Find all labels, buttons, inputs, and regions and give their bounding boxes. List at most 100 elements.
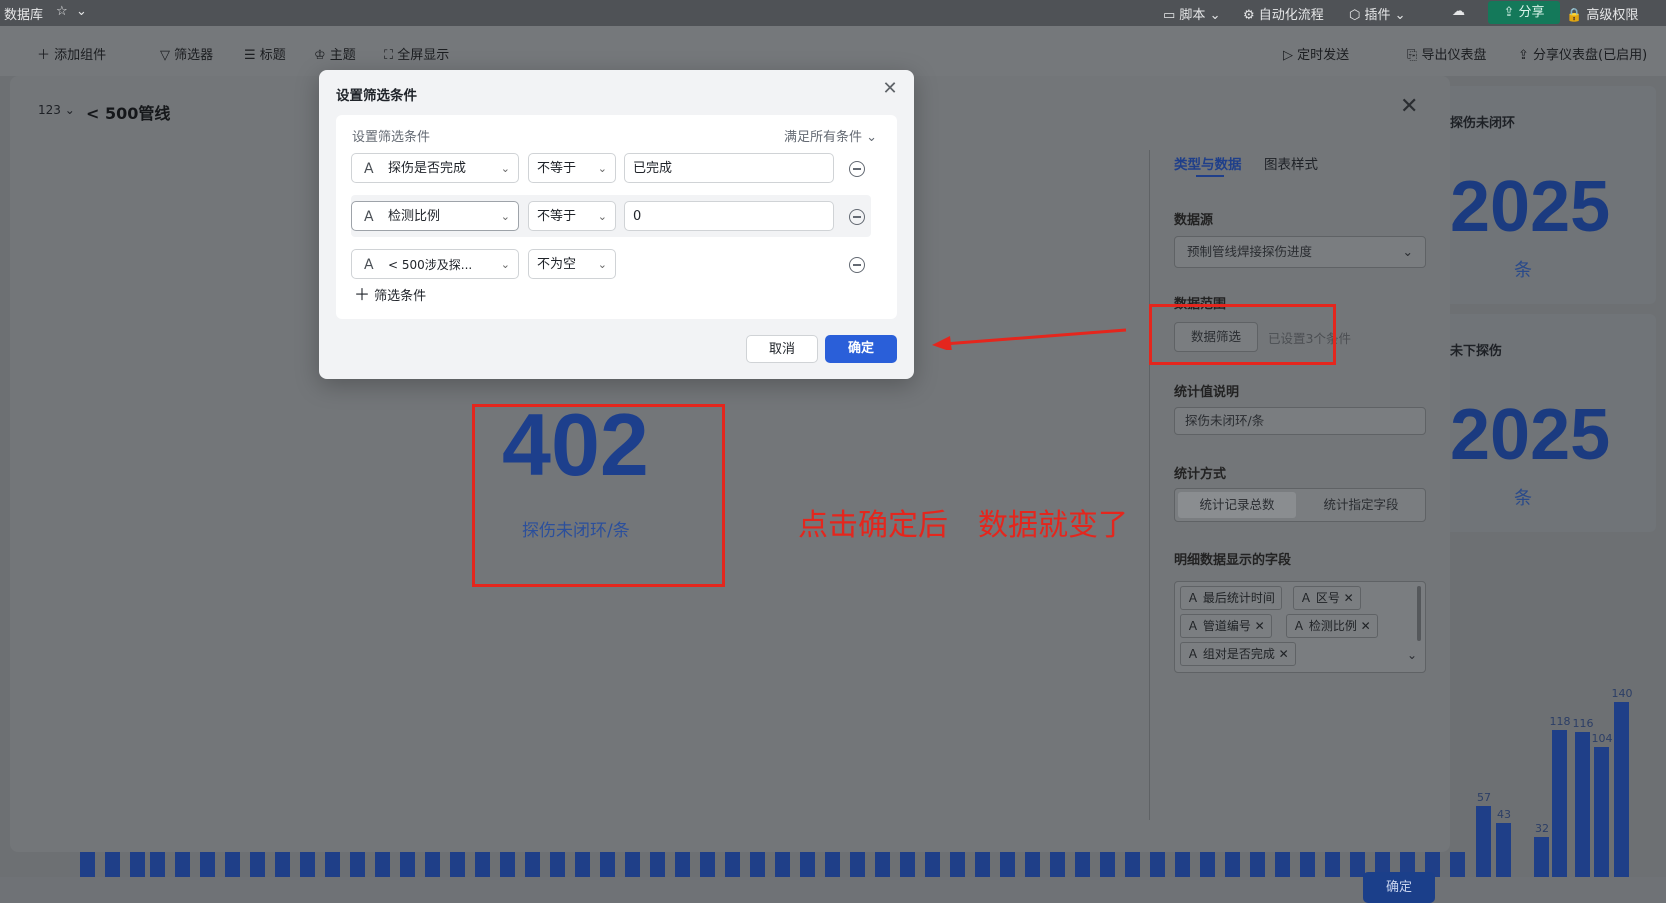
detail-fields-box[interactable]: Ａ 最后统计时间 Ａ 区号 ✕ Ａ 管道编号 ✕ Ａ 检测比例 ✕ Ａ 组对是否… (1174, 581, 1426, 673)
chart-bar (130, 852, 145, 877)
chart-bar (1325, 852, 1340, 877)
panel-divider (1149, 150, 1150, 820)
chart-bar (675, 852, 690, 877)
chart-bar (575, 852, 590, 877)
chevron-down-icon: ⌄ (500, 258, 510, 271)
chart-bar (1250, 852, 1265, 877)
chart-type-selector[interactable]: 123 ⌄ (38, 103, 75, 117)
chart-bar (775, 852, 790, 877)
tab-chart-style[interactable]: 图表样式 (1264, 153, 1318, 173)
close-icon[interactable]: ✕ (1279, 647, 1289, 661)
chart-title[interactable]: < 500管线 (86, 100, 170, 124)
close-icon[interactable]: ✕ (1344, 591, 1354, 605)
chart-bar (900, 852, 915, 877)
chart-bar (875, 852, 890, 877)
chart-bar (200, 852, 215, 877)
chart-bar (825, 852, 840, 877)
annotation-text: 点击确定后 数据就变了 (798, 508, 1128, 543)
remove-condition-icon[interactable] (849, 161, 865, 177)
chart-bar (450, 852, 465, 877)
field-chip-label: 组对是否完成 (1202, 647, 1275, 661)
chart-bar (1552, 729, 1567, 877)
chart-bar (850, 852, 865, 877)
remove-condition-icon[interactable] (849, 209, 865, 225)
add-condition-button[interactable]: ＋ 筛选条件 (354, 281, 426, 305)
chart-bar (350, 852, 365, 877)
stat-method-label: 统计方式 (1174, 467, 1227, 482)
chart-bar (1025, 852, 1040, 877)
chart-bar (1050, 852, 1065, 877)
match-mode-select[interactable]: 满足所有条件 ⌄ (784, 126, 877, 145)
field-chip[interactable]: Ａ 检测比例 ✕ (1286, 614, 1378, 638)
tab-type-data[interactable]: 类型与数据 (1174, 153, 1242, 173)
ok-button[interactable]: 确定 (825, 335, 897, 363)
condition-operator-select[interactable]: 不等于 ⌄ (528, 201, 616, 231)
stat-desc-input[interactable]: 探伤未闭环/条 (1174, 407, 1426, 435)
cancel-button[interactable]: 取消 (746, 335, 818, 363)
close-icon[interactable]: ✕ (1255, 619, 1265, 633)
condition-value-text: 0 (633, 209, 642, 224)
field-chip[interactable]: Ａ 区号 ✕ (1293, 586, 1361, 610)
plus-icon: ＋ (354, 285, 371, 304)
condition-value-input[interactable]: 0 (624, 201, 834, 231)
chart-bar-label: 140 (1611, 687, 1633, 700)
condition-operator-label: 不为空 (537, 257, 577, 272)
detail-fields-label: 明细数据显示的字段 (1174, 553, 1292, 568)
field-chip[interactable]: Ａ 最后统计时间 (1180, 586, 1282, 610)
stat-desc-value: 探伤未闭环/条 (1185, 413, 1265, 428)
annotation-box-filter (1149, 304, 1336, 365)
chart-bar (1000, 852, 1015, 877)
condition-value-input[interactable]: 已完成 (624, 153, 834, 183)
chart-bar (550, 852, 565, 877)
chart-bar (750, 852, 765, 877)
chart-bar (1075, 852, 1090, 877)
text-field-icon: A (364, 209, 374, 225)
field-chip[interactable]: Ａ 组对是否完成 ✕ (1180, 642, 1296, 666)
chart-bar (525, 852, 540, 877)
chart-bar (475, 852, 490, 877)
chevron-down-icon: ⌄ (500, 162, 510, 175)
chart-bar (1594, 747, 1609, 877)
remove-condition-icon[interactable] (849, 257, 865, 273)
condition-field-select[interactable]: A 探伤是否完成 ⌄ (351, 153, 519, 183)
chart-bar (300, 852, 315, 877)
editor-close-icon[interactable]: ✕ (1400, 94, 1418, 119)
condition-field-select[interactable]: A 检测比例 ⌄ (351, 201, 519, 231)
chart-bar (250, 852, 265, 877)
close-icon[interactable]: ✕ (880, 79, 900, 99)
chart-bar (725, 852, 740, 877)
datasource-select[interactable]: 预制管线焊接探伤进度 ⌄ (1174, 236, 1426, 268)
scrollbar[interactable] (1417, 586, 1421, 641)
chart-bar (1575, 732, 1590, 877)
close-icon[interactable]: ✕ (1361, 619, 1371, 633)
condition-field-label: 检测比例 (388, 209, 441, 224)
stat-method-field[interactable]: 统计指定字段 (1301, 492, 1421, 518)
condition-field-label: 探伤是否完成 (388, 161, 467, 176)
chart-bar-label: 104 (1591, 732, 1613, 745)
chevron-down-icon: ⌄ (597, 162, 607, 175)
stat-desc-label: 统计值说明 (1174, 385, 1240, 400)
chart-bar (1450, 852, 1465, 877)
chart-bar (1175, 852, 1190, 877)
chart-bar-label: 43 (1497, 808, 1511, 822)
chart-bar (500, 852, 515, 877)
condition-field-select[interactable]: A < 500涉及探... ⌄ (351, 249, 519, 279)
stat-method-toggle: 统计记录总数 统计指定字段 (1174, 488, 1426, 522)
chart-bar (1100, 852, 1115, 877)
stat-method-count[interactable]: 统计记录总数 (1178, 492, 1296, 518)
chevron-down-icon: ⌄ (1402, 244, 1413, 259)
chart-bar-label: 116 (1572, 717, 1594, 730)
condition-operator-select[interactable]: 不为空 ⌄ (528, 249, 616, 279)
condition-operator-select[interactable]: 不等于 ⌄ (528, 153, 616, 183)
field-chip[interactable]: Ａ 管道编号 ✕ (1180, 614, 1272, 638)
annotation-box-number (472, 404, 725, 587)
field-chip-label: 区号 (1315, 591, 1340, 605)
chart-bar-label: 57 (1477, 790, 1491, 804)
text-field-icon: A (364, 161, 374, 177)
chart-bar (1350, 852, 1365, 877)
chevron-down-icon[interactable]: ⌄ (1407, 648, 1417, 662)
chevron-down-icon: ⌄ (597, 258, 607, 271)
add-condition-label: 筛选条件 (374, 289, 427, 304)
chart-bar (275, 852, 290, 877)
modal-title: 设置筛选条件 (336, 88, 417, 104)
